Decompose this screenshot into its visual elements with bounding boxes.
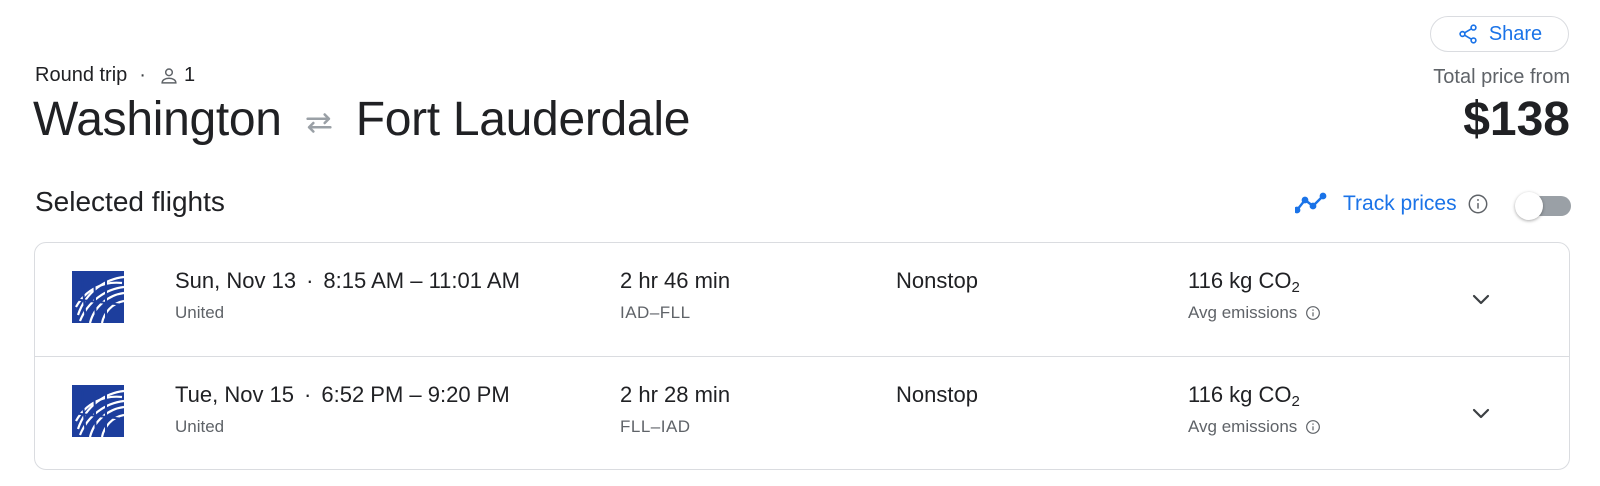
airline-name: United bbox=[175, 417, 225, 436]
selected-flights-list: Sun, Nov 13 · 8:15 AM – 11:01 AM United 2 … bbox=[34, 242, 1570, 470]
total-price-label: Total price from bbox=[1433, 66, 1570, 88]
times-separator: · bbox=[306, 268, 314, 293]
flight-times: Tue, Nov 15 · 6:52 PM – 9:20 PM bbox=[175, 382, 510, 408]
info-icon[interactable] bbox=[1305, 419, 1321, 435]
united-logo bbox=[72, 385, 124, 437]
flight-row-outbound[interactable]: Sun, Nov 13 · 8:15 AM – 11:01 AM United 2 … bbox=[35, 243, 1569, 356]
emissions-subscript: 2 bbox=[1291, 393, 1300, 410]
chevron-down-icon bbox=[1472, 408, 1490, 419]
flight-emissions: 116 kg CO2 bbox=[1188, 268, 1300, 296]
airline-name: United bbox=[175, 303, 225, 322]
chevron-down-icon bbox=[1472, 294, 1490, 305]
track-prices-toggle[interactable] bbox=[1515, 192, 1571, 222]
emissions-label-text: Avg emissions bbox=[1188, 303, 1298, 322]
info-icon[interactable] bbox=[1467, 193, 1489, 215]
flight-stops: Nonstop bbox=[896, 382, 978, 407]
emissions-value: 116 kg CO bbox=[1188, 268, 1292, 293]
info-icon[interactable] bbox=[1305, 305, 1321, 321]
united-globe-logo bbox=[72, 385, 124, 437]
times-separator: · bbox=[304, 382, 312, 407]
emissions-label-text: Avg emissions bbox=[1188, 417, 1298, 436]
expand-flight-button[interactable] bbox=[1463, 395, 1499, 431]
share-label: Share bbox=[1488, 22, 1543, 45]
trend-line-icon bbox=[1295, 192, 1327, 214]
flight-row-return[interactable]: Tue, Nov 15 · 6:52 PM – 9:20 PM United 2 h… bbox=[35, 356, 1569, 469]
toggle-knob bbox=[1515, 192, 1543, 220]
emissions-label: Avg emissions bbox=[1188, 417, 1321, 437]
share-button[interactable]: Share bbox=[1430, 16, 1569, 52]
person-icon bbox=[161, 67, 177, 84]
flight-time-range: 8:15 AM – 11:01 AM bbox=[323, 268, 520, 293]
emissions-label: Avg emissions bbox=[1188, 303, 1321, 323]
selected-flights-title: Selected flights bbox=[35, 186, 225, 217]
emissions-value: 116 kg CO bbox=[1188, 382, 1292, 407]
passenger-count: 1 bbox=[183, 64, 196, 86]
route-title: Washington Fort Lauderdale bbox=[33, 92, 690, 147]
flight-airports: IAD–FLL bbox=[620, 303, 691, 322]
united-logo bbox=[72, 271, 124, 323]
flight-emissions: 116 kg CO2 bbox=[1188, 382, 1300, 410]
flight-airports: FLL–IAD bbox=[620, 417, 691, 436]
flight-time-range: 6:52 PM – 9:20 PM bbox=[321, 382, 510, 407]
flight-date: Sun, Nov 13 bbox=[175, 268, 297, 293]
track-prices-label[interactable]: Track prices bbox=[1343, 192, 1457, 216]
flight-date: Tue, Nov 15 bbox=[175, 382, 295, 407]
emissions-subscript: 2 bbox=[1291, 279, 1300, 296]
track-prices[interactable]: Track prices bbox=[1295, 186, 1489, 222]
flight-times: Sun, Nov 13 · 8:15 AM – 11:01 AM bbox=[175, 268, 520, 294]
trip-meta: Round trip · 1 bbox=[35, 64, 195, 87]
united-globe-logo bbox=[72, 271, 124, 323]
flight-duration: 2 hr 46 min bbox=[620, 268, 731, 293]
total-price: $138 bbox=[1463, 93, 1570, 146]
meta-separator: · bbox=[139, 64, 146, 86]
expand-flight-button[interactable] bbox=[1463, 281, 1499, 317]
flight-stops: Nonstop bbox=[896, 268, 978, 293]
origin-city: Washington bbox=[33, 93, 282, 146]
flight-duration: 2 hr 28 min bbox=[620, 382, 731, 407]
swap-arrows-icon bbox=[306, 112, 332, 133]
share-icon bbox=[1459, 24, 1477, 44]
destination-city: Fort Lauderdale bbox=[355, 93, 691, 146]
trip-type: Round trip bbox=[35, 64, 128, 86]
